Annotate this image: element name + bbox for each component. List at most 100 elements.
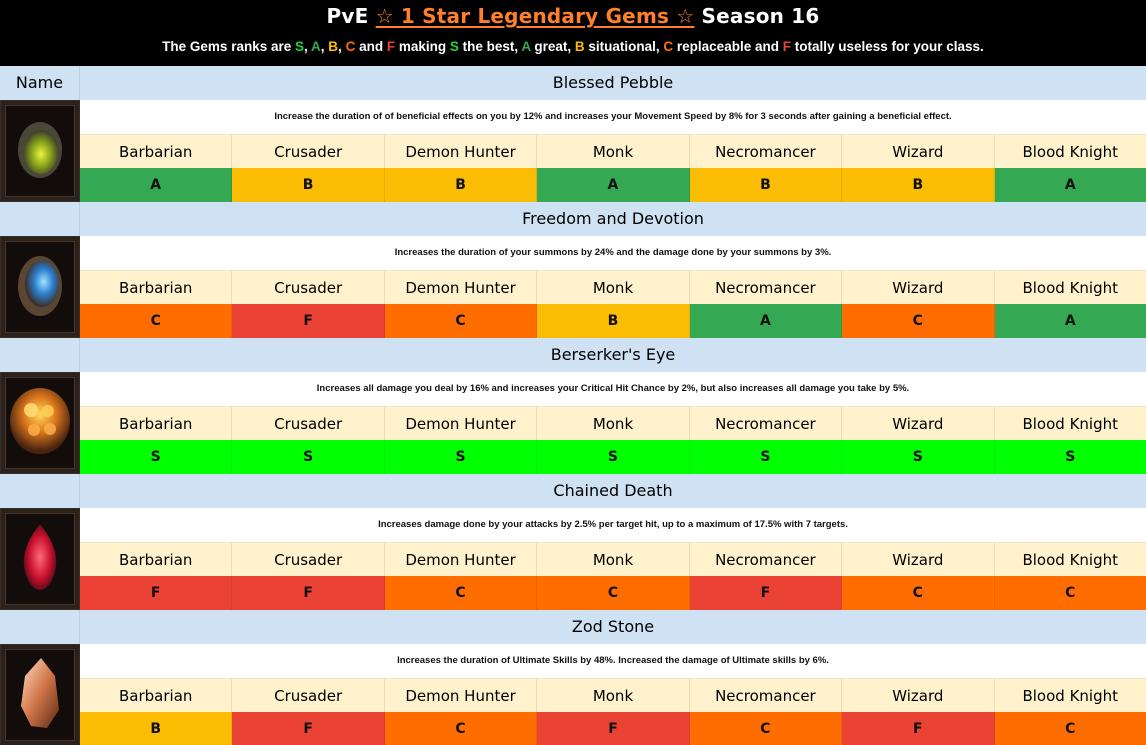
name-column-spacer: [0, 474, 80, 508]
grade-cell: B: [384, 168, 538, 202]
page-title: PvE ☆ 1 Star Legendary Gems ☆ Season 16: [0, 0, 1146, 32]
class-header: Demon Hunter: [384, 406, 538, 440]
grade-cell: B: [842, 168, 995, 202]
grade-cell: B: [232, 168, 385, 202]
class-header: Blood Knight: [994, 406, 1146, 440]
class-header: Monk: [537, 134, 690, 168]
class-header: Demon Hunter: [384, 270, 538, 304]
rank-legend-part: C: [345, 39, 356, 54]
gem-name: Berserker's Eye: [80, 338, 1146, 372]
class-header: Crusader: [232, 678, 385, 712]
gem-description-row: Increase the duration of of beneficial e…: [0, 100, 1146, 134]
class-header: Wizard: [842, 542, 995, 576]
class-header: Crusader: [232, 270, 385, 304]
grade-cell: C: [384, 712, 538, 745]
class-header: Necromancer: [689, 542, 843, 576]
chained-death-gem-icon: [18, 520, 62, 598]
grade-cell: S: [689, 440, 843, 474]
gem-name: Zod Stone: [80, 610, 1146, 644]
gem-name-row: Chained Death: [0, 474, 1146, 508]
blessed-pebble-gem-icon: [12, 112, 68, 190]
rank-legend-part: totally useless for your class.: [790, 39, 984, 54]
grade-cell: F: [537, 712, 690, 745]
gem-tier-table: Name Blessed Pebble Increase the duration …: [0, 66, 1146, 745]
grade-cell: C: [842, 304, 995, 338]
class-header: Demon Hunter: [384, 542, 538, 576]
rank-legend-part: making: [395, 39, 450, 54]
class-header: Monk: [537, 542, 690, 576]
gem-description: Increase the duration of of beneficial e…: [80, 100, 1146, 134]
gem-description-row: Increases the duration of your summons b…: [0, 236, 1146, 270]
class-header: Crusader: [232, 542, 385, 576]
gem-image: [0, 100, 80, 202]
rank-legend-part: F: [782, 39, 791, 54]
rank-legend-part: and: [355, 39, 387, 54]
rank-legend-part: C: [663, 39, 674, 54]
class-header: Necromancer: [689, 678, 843, 712]
grade-cell: A: [994, 168, 1146, 202]
rank-legend-part: replaceable and: [673, 39, 783, 54]
grade-cell: A: [994, 304, 1146, 338]
grade-cell: S: [842, 440, 995, 474]
gem-image: [0, 372, 80, 474]
gem-block: Freedom and Devotion Increases the durati…: [0, 202, 1146, 338]
class-header: Demon Hunter: [384, 134, 538, 168]
gem-description-row: Increases damage done by your attacks by…: [0, 508, 1146, 542]
grade-cell: S: [994, 440, 1146, 474]
grade-cell: S: [80, 440, 233, 474]
gem-name-row: Name Blessed Pebble: [0, 66, 1146, 100]
class-header: Wizard: [842, 406, 995, 440]
gem-image: [0, 644, 80, 745]
grade-cell: A: [689, 304, 843, 338]
class-header: Blood Knight: [994, 678, 1146, 712]
grade-cell: S: [384, 440, 538, 474]
grade-row: CFCBACA: [0, 304, 1146, 338]
grade-cell: F: [689, 576, 843, 610]
grade-cell: C: [994, 576, 1146, 610]
gem-description-row: Increases all damage you deal by 16% and…: [0, 372, 1146, 406]
gem-name: Chained Death: [80, 474, 1146, 508]
grade-cell: B: [689, 168, 843, 202]
rank-legend: The Gems ranks are S, A, B, C and F maki…: [0, 32, 1146, 66]
class-header: Monk: [537, 406, 690, 440]
gem-name: Blessed Pebble: [80, 66, 1146, 100]
zod-stone-gem-icon: [17, 654, 63, 736]
name-column-spacer: [0, 610, 80, 644]
grade-cell: F: [232, 712, 385, 745]
class-header: Blood Knight: [994, 270, 1146, 304]
grade-cell: F: [80, 576, 233, 610]
gem-image: [0, 236, 80, 338]
name-column-header: Name: [0, 66, 80, 100]
grade-cell: C: [80, 304, 233, 338]
class-header-row: Barbarian Crusader Demon Hunter Monk Necroma…: [0, 542, 1146, 576]
grade-cell: B: [80, 712, 233, 745]
title-accent-link[interactable]: ☆ 1 Star Legendary Gems ☆: [376, 4, 695, 28]
gem-description: Increases all damage you deal by 16% and…: [80, 372, 1146, 406]
class-header: Necromancer: [689, 270, 843, 304]
class-header: Barbarian: [80, 542, 233, 576]
gem-name-row: Berserker's Eye: [0, 338, 1146, 372]
rank-legend-part: ,: [304, 39, 312, 54]
class-header: Wizard: [842, 270, 995, 304]
class-header: Monk: [537, 678, 690, 712]
grade-cell: C: [537, 576, 690, 610]
grade-cell: B: [537, 304, 690, 338]
gem-name: Freedom and Devotion: [80, 202, 1146, 236]
grade-cell: S: [537, 440, 690, 474]
class-header: Barbarian: [80, 134, 233, 168]
rank-legend-part: F: [386, 39, 396, 54]
rank-legend-part: A: [521, 39, 531, 54]
rank-legend-part: the best,: [458, 39, 522, 54]
grade-cell: C: [842, 576, 995, 610]
rank-legend-part: great,: [530, 39, 575, 54]
grade-cell: F: [232, 576, 385, 610]
grade-row: BFCFCFC: [0, 712, 1146, 745]
grade-cell: A: [80, 168, 233, 202]
rank-legend-part: A: [311, 39, 321, 54]
gem-name-row: Freedom and Devotion: [0, 202, 1146, 236]
class-header: Monk: [537, 270, 690, 304]
grade-cell: F: [842, 712, 995, 745]
gem-description-row: Increases the duration of Ultimate Skill…: [0, 644, 1146, 678]
grade-row: ABBABBA: [0, 168, 1146, 202]
freedom-and-devotion-gem-icon: [12, 246, 68, 328]
